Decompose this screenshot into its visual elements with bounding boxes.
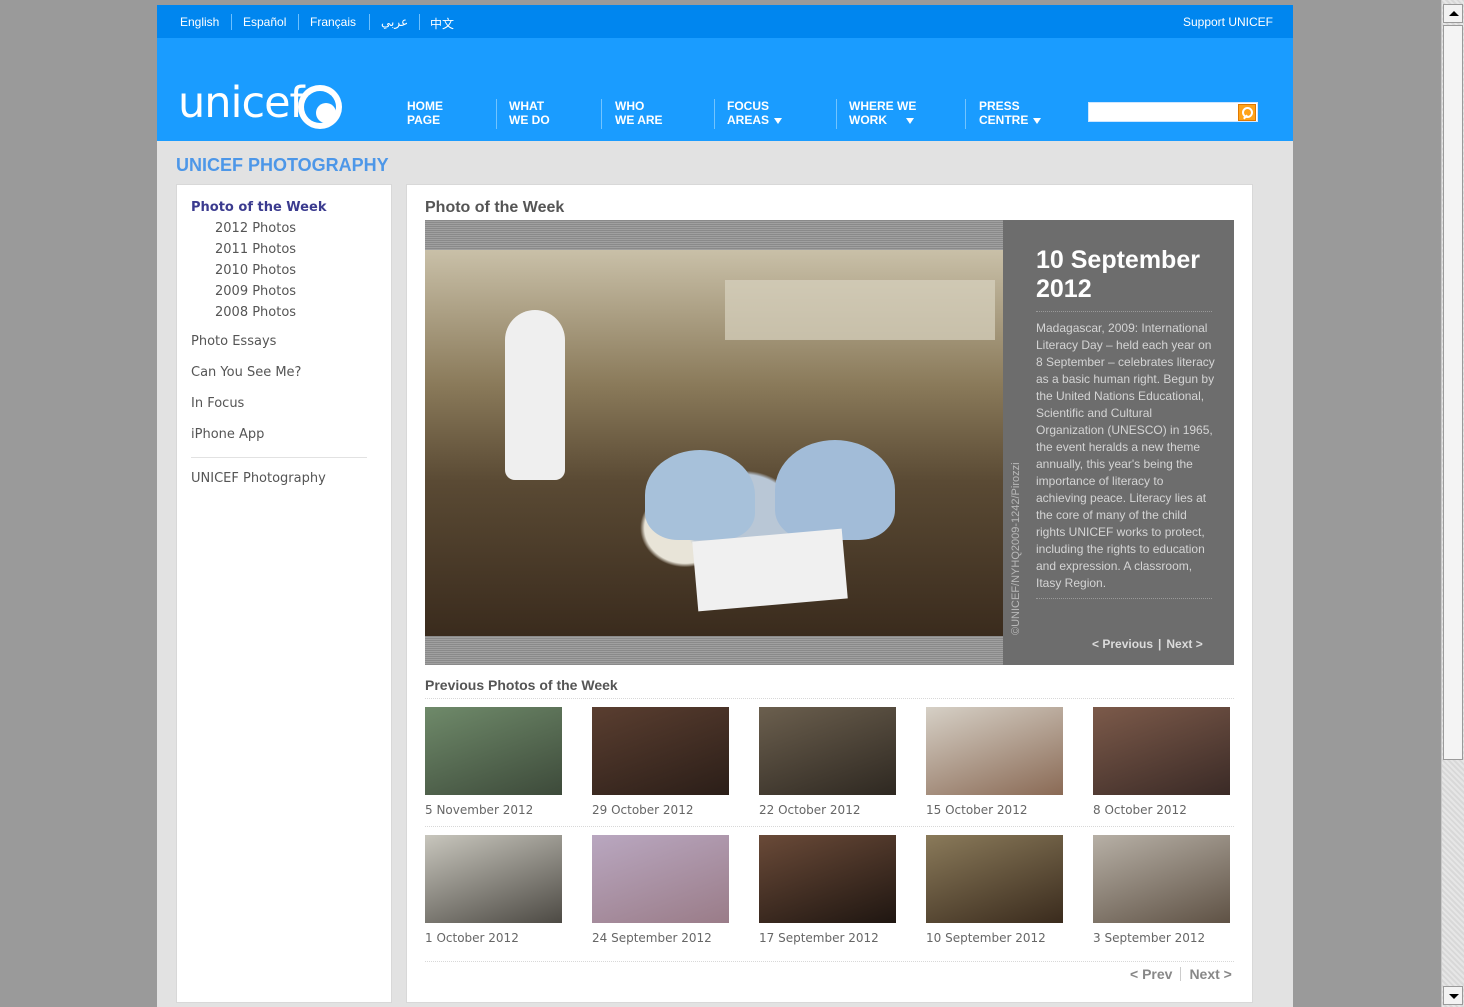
lang-divider (419, 14, 420, 30)
nav-divider (836, 99, 837, 129)
thumbnail-caption[interactable]: 1 October 2012 (425, 931, 519, 945)
dropdown-caret-icon (1033, 118, 1042, 124)
sidebar-item-unicef-photography[interactable]: UNICEF Photography (191, 471, 326, 486)
thumbnail-caption[interactable]: 24 September 2012 (592, 931, 712, 945)
nav-divider (965, 99, 966, 129)
lang-english[interactable]: English (180, 15, 219, 29)
nav-what-we-do[interactable]: WHAT WE DO (509, 99, 550, 127)
section-title: UNICEF PHOTOGRAPHY (176, 155, 389, 175)
thumbnail-caption[interactable]: 17 September 2012 (759, 931, 879, 945)
thumbnail-caption[interactable]: 5 November 2012 (425, 803, 533, 817)
nav-divider (496, 99, 497, 129)
search-input[interactable] (1088, 102, 1258, 122)
sidebar-item-photo-essays[interactable]: Photo Essays (191, 334, 276, 349)
lang-arabic[interactable]: عربي (381, 15, 408, 29)
nav-divider (601, 99, 602, 129)
support-unicef-link[interactable]: Support UNICEF (1183, 15, 1273, 29)
previous-photos-heading: Previous Photos of the Week (425, 677, 618, 693)
featured-photo[interactable] (425, 250, 1003, 636)
main-content: Photo of the Week ©UNICEF/NYHQ2009-1242/… (406, 184, 1253, 1003)
sidebar-item-2010-photos[interactable]: 2010 Photos (215, 263, 296, 278)
unicef-emblem-icon[interactable] (298, 85, 342, 129)
vertical-scrollbar[interactable] (1441, 0, 1464, 1007)
dropdown-caret-icon (774, 118, 783, 124)
arrow-up-icon (1449, 11, 1459, 16)
thumbnail-caption[interactable]: 3 September 2012 (1093, 931, 1205, 945)
sidebar-item-in-focus[interactable]: In Focus (191, 396, 244, 411)
sidebar: Photo of the Week 2012 Photos 2011 Photo… (176, 184, 392, 1003)
sidebar-item-can-you-see-me[interactable]: Can You See Me? (191, 365, 301, 380)
nav-divider (714, 99, 715, 129)
thumbnail-image[interactable] (1093, 707, 1230, 795)
arrow-down-icon (1449, 994, 1459, 999)
thumbnail-image[interactable] (592, 835, 729, 923)
page-title: Photo of the Week (425, 199, 565, 216)
pager-prev-link[interactable]: < Prev (1130, 966, 1172, 982)
nav-press-centre[interactable]: PRESS CENTRE (979, 99, 1042, 127)
lang-divider (231, 14, 232, 30)
unicef-logo-text[interactable]: unicef (178, 81, 305, 125)
dropdown-caret-icon (906, 118, 914, 124)
thumbnail-image[interactable] (592, 707, 729, 795)
next-link[interactable]: Next > (1166, 637, 1202, 651)
thumbnail-image[interactable] (1093, 835, 1230, 923)
pagination: < Prev Next > (1130, 966, 1232, 982)
lang-divider (369, 14, 370, 30)
nav-focus-areas[interactable]: FOCUS AREAS (727, 99, 783, 127)
pager-next-link[interactable]: Next > (1189, 966, 1231, 982)
scroll-up-button[interactable] (1443, 4, 1463, 23)
sidebar-divider (191, 457, 367, 458)
thumbnail-image[interactable] (759, 835, 896, 923)
site-header: English Español Français عربي 中文 Support… (157, 5, 1293, 141)
previous-link[interactable]: < Previous (1092, 637, 1153, 651)
thumbnail-image[interactable] (759, 707, 896, 795)
lang-divider (298, 14, 299, 30)
featured-photo-panel: ©UNICEF/NYHQ2009-1242/Pirozzi 10 Septemb… (425, 220, 1234, 665)
thumbnail-image[interactable] (425, 835, 562, 923)
sidebar-item-2012-photos[interactable]: 2012 Photos (215, 221, 296, 236)
featured-caption: Madagascar, 2009: International Literacy… (1036, 321, 1215, 590)
thumbnail-caption[interactable]: 8 October 2012 (1093, 803, 1187, 817)
language-bar: English Español Français عربي 中文 Support… (157, 5, 1293, 38)
sidebar-item-2008-photos[interactable]: 2008 Photos (215, 305, 296, 320)
thumbnail-caption[interactable]: 15 October 2012 (926, 803, 1027, 817)
thumbnail-image[interactable] (425, 707, 562, 795)
nav-where-we-work[interactable]: WHERE WE WORK (849, 99, 916, 127)
lang-chinese[interactable]: 中文 (430, 15, 454, 32)
scroll-down-button[interactable] (1443, 986, 1463, 1005)
photo-credit: ©UNICEF/NYHQ2009-1242/Pirozzi (1010, 462, 1022, 635)
thumbnail-image[interactable] (926, 707, 1063, 795)
sidebar-item-iphone-app[interactable]: iPhone App (191, 427, 264, 442)
nav-who-we-are[interactable]: WHO WE ARE (615, 99, 663, 127)
lang-francais[interactable]: Français (310, 15, 356, 29)
featured-date: 10 September 2012 (1036, 246, 1200, 303)
page: English Español Français عربي 中文 Support… (157, 5, 1293, 1007)
thumbnail-caption[interactable]: 22 October 2012 (759, 803, 860, 817)
sidebar-item-2011-photos[interactable]: 2011 Photos (215, 242, 296, 257)
nav-home-page[interactable]: HOME PAGE (407, 99, 443, 127)
sidebar-item-photo-of-the-week[interactable]: Photo of the Week (191, 200, 326, 215)
lang-espanol[interactable]: Español (243, 15, 286, 29)
thumbnail-caption[interactable]: 29 October 2012 (592, 803, 693, 817)
thumbnail-image[interactable] (926, 835, 1063, 923)
search-button[interactable] (1238, 104, 1256, 121)
thumbnail-caption[interactable]: 10 September 2012 (926, 931, 1046, 945)
scroll-thumb[interactable] (1443, 25, 1463, 760)
featured-nav: < Previous | Next > (1092, 637, 1203, 651)
sidebar-item-2009-photos[interactable]: 2009 Photos (215, 284, 296, 299)
